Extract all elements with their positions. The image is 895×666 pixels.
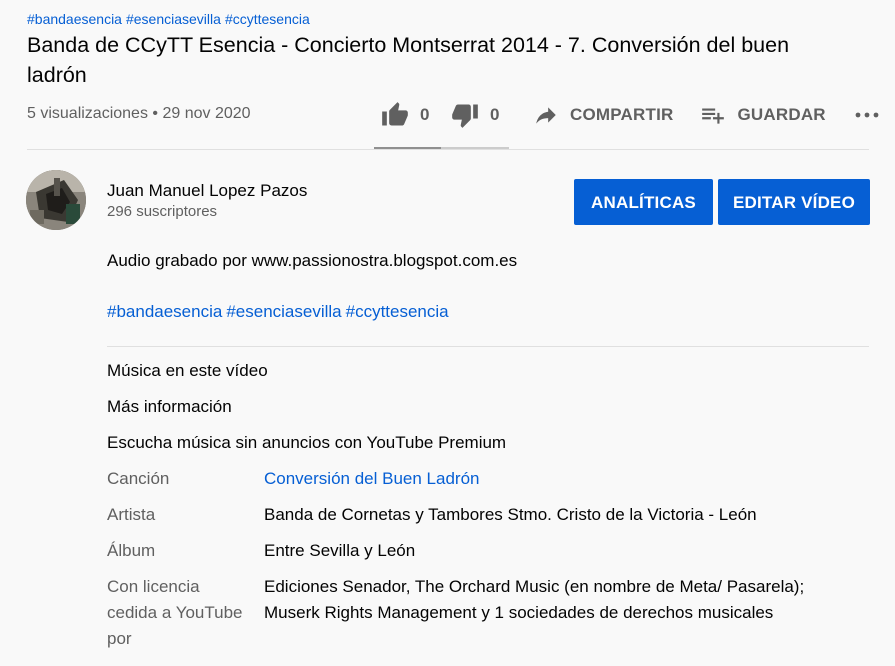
premium-promo[interactable]: Escucha música sin anuncios con YouTube … [107, 432, 506, 454]
video-info-page: #bandaesencia #esenciasevilla #ccyttesenci… [0, 0, 895, 666]
save-button[interactable]: GUARDAR [699, 102, 826, 128]
subscriber-count: 296 suscriptores [107, 203, 218, 220]
license-value: Ediciones Senador, The Orchard Music (en… [264, 577, 805, 622]
hashtag-link[interactable]: #bandaesencia [107, 302, 222, 321]
like-button[interactable]: 0 [380, 101, 436, 129]
hashtag-link[interactable]: #ccyttesencia [225, 11, 310, 27]
thumb-down-icon [450, 101, 480, 129]
share-arrow-icon [532, 102, 560, 128]
hashtag-link[interactable]: #ccyttesencia [346, 302, 449, 321]
thumb-up-icon [380, 101, 410, 129]
playlist-add-icon [699, 102, 727, 128]
hashtag-link[interactable]: #esenciasevilla [126, 11, 221, 27]
album-value: Entre Sevilla y León [264, 541, 416, 560]
dislike-count: 0 [490, 105, 500, 124]
song-value[interactable]: Conversión del Buen Ladrón [264, 466, 864, 492]
edit-video-button[interactable]: EDITAR VÍDEO [718, 179, 870, 225]
video-actions: 0 0 COMPARTIR GUARDAR [374, 100, 880, 130]
music-heading: Música en este vídeo [107, 361, 268, 380]
channel-avatar[interactable] [26, 170, 86, 230]
upload-date: 29 nov 2020 [162, 105, 251, 122]
hashtag-link[interactable]: #esenciasevilla [226, 302, 341, 321]
more-horizontal-icon [854, 110, 880, 120]
divider [27, 149, 869, 150]
artist-value: Banda de Cornetas y Tambores Stmo. Crist… [264, 505, 757, 524]
like-count: 0 [420, 105, 430, 124]
video-title: Banda de CCyTT Esencia - Concierto Monts… [27, 33, 790, 87]
more-info-link[interactable]: Más información [107, 396, 232, 418]
avatar-image [26, 170, 86, 230]
hashtag-link[interactable]: #bandaesencia [27, 11, 122, 27]
description-hashtags: #bandaesencia #esenciasevilla #ccyttesenci… [107, 301, 453, 323]
divider [107, 346, 869, 347]
song-label: Canción [107, 469, 170, 488]
save-label: GUARDAR [737, 105, 826, 124]
view-count: 5 visualizaciones [27, 105, 148, 122]
share-button[interactable]: COMPARTIR [532, 102, 673, 128]
title-hashtags: #bandaesencia #esenciasevilla #ccyttesenci… [27, 10, 314, 28]
artist-label: Artista [107, 505, 156, 524]
album-label: Álbum [107, 541, 156, 560]
meta-separator: • [152, 105, 159, 122]
dislike-button[interactable]: 0 [450, 101, 510, 129]
share-label: COMPARTIR [570, 105, 674, 124]
license-label: Con licencia cedida a YouTube por [107, 577, 243, 648]
more-actions-button[interactable] [854, 110, 880, 120]
description-text: Audio grabado por www.passionostra.blogs… [107, 251, 518, 270]
analytics-button[interactable]: ANALÍTICAS [574, 179, 713, 225]
video-meta: 5 visualizaciones • 29 nov 2020 [27, 103, 251, 125]
channel-name[interactable]: Juan Manuel Lopez Pazos [107, 180, 307, 202]
